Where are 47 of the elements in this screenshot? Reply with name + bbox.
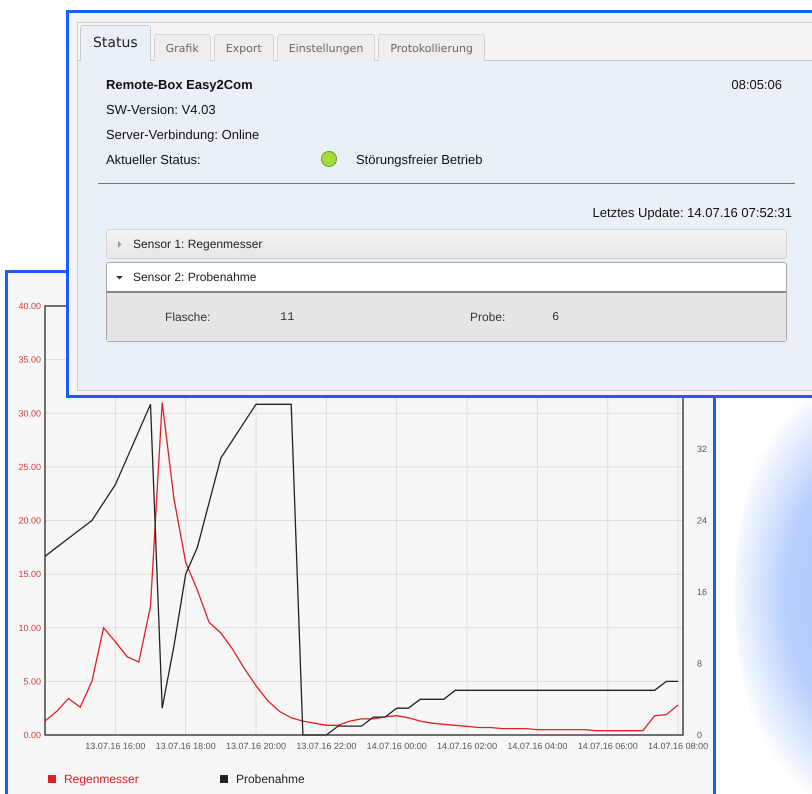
axis-tick-label: 30.00	[18, 408, 41, 418]
axis-tick-label: 32	[697, 444, 708, 454]
caret-icon	[116, 274, 123, 280]
tab[interactable]: Grafik	[154, 34, 211, 61]
axis-tick-label: 20.00	[18, 516, 41, 526]
field-value: 11	[280, 310, 296, 324]
tab[interactable]: Einstellungen	[276, 34, 376, 61]
accordion-header[interactable]: Sensor 2: Probenahme	[107, 263, 786, 293]
axis-tick-label: 13.07.16 20:00	[226, 741, 286, 751]
axis-tick-label: 10.00	[18, 622, 41, 633]
server-connection: Server-Verbindung: Online	[105, 127, 260, 142]
axis-tick-label: 16	[697, 587, 708, 597]
axis-tick-label: 15.00	[18, 569, 41, 580]
axis-tick-label: 8	[697, 658, 702, 668]
legend-label[interactable]: Probenahme	[236, 772, 305, 786]
axis-tick-label: 14.07.16 06:00	[578, 741, 638, 751]
tab[interactable]: Status	[80, 25, 151, 61]
axis-tick-label: 25.00	[18, 462, 41, 472]
status-text: Störungsfreier Betrieb	[356, 152, 482, 166]
axis-tick-label: 40.00	[18, 301, 41, 311]
accordion-header[interactable]: Sensor 1: Regenmesser	[107, 230, 786, 258]
legend-label[interactable]: Regenmesser	[64, 772, 139, 786]
axis-tick-label: 5.00	[23, 676, 41, 686]
axis-tick-label: 0.00	[23, 730, 41, 740]
axis-tick-label: 14.07.16 08:00	[648, 741, 708, 751]
software-version: SW-Version: V4.03	[105, 102, 217, 117]
axis-tick-label: 13.07.16 16:00	[85, 741, 146, 751]
field-label: Flasche:	[165, 310, 212, 324]
legend-swatch	[220, 775, 228, 783]
status-label: Aktueller Status:	[106, 152, 202, 166]
clock-time: 08:05:06	[731, 77, 782, 92]
axis-tick-label: 14.07.16 02:00	[437, 741, 498, 751]
axis-tick-label: 14.07.16 04:00	[507, 741, 568, 751]
axis-tick-label: 14.07.16 00:00	[366, 741, 427, 751]
legend-swatch	[48, 775, 56, 783]
field-value: 6	[552, 310, 560, 324]
field-label: Probe:	[470, 310, 506, 324]
tab[interactable]: Protokollierung	[378, 34, 485, 61]
axis-tick-label: 13.07.16 22:00	[296, 741, 356, 751]
axis-tick-label: 24	[697, 516, 708, 526]
device-name: Remote-Box Easy2Com	[106, 77, 253, 92]
axis-tick-label: 13.07.16 18:00	[156, 741, 216, 751]
axis-tick-label: 35.00	[18, 354, 41, 365]
axis-tick-label: 0	[697, 730, 702, 740]
last-update: Letztes Update: 14.07.16 07:52:31	[592, 205, 792, 220]
tab[interactable]: Export	[214, 34, 274, 61]
caret-icon	[116, 240, 123, 248]
